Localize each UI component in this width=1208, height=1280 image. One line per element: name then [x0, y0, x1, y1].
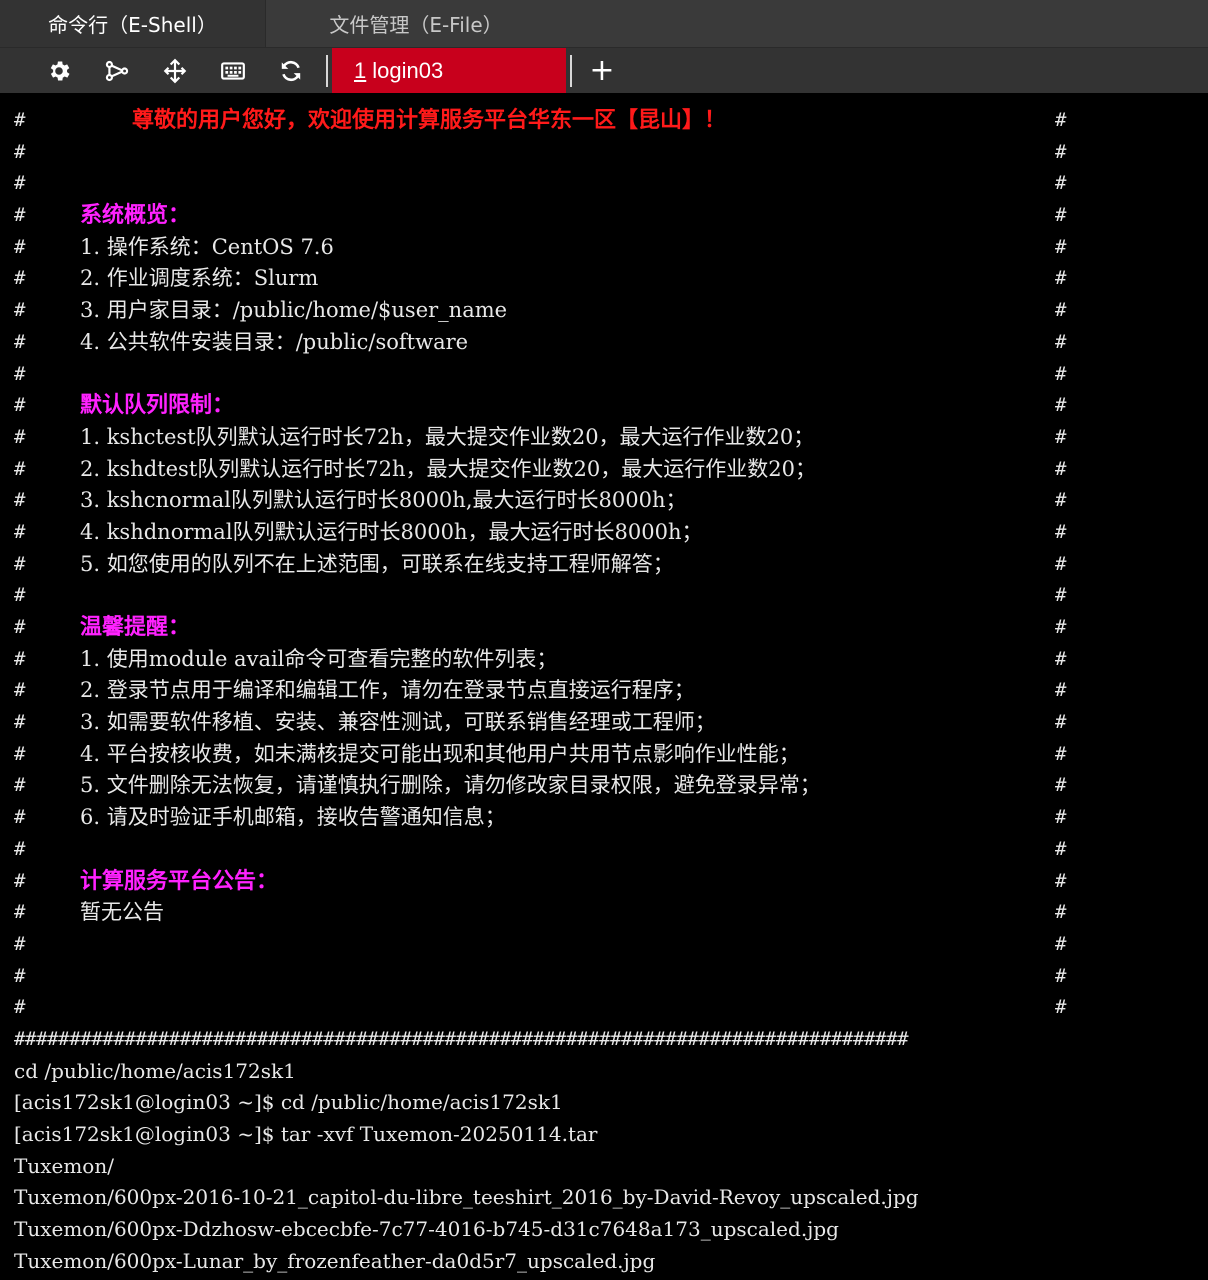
toolbar-separator	[570, 54, 572, 87]
banner-border: ########################################…	[14, 1027, 909, 1050]
terminal-line: Tuxemon/600px-Ddzhosw-ebcecbfe-7c77-4016…	[14, 1217, 839, 1242]
tab-efile[interactable]: 文件管理（E-File）	[266, 0, 566, 47]
terminal-line: # 计算服务平台公告： #	[0, 866, 1208, 898]
terminal-line: # 1. kshctest队列默认运行时长72h，最大提交作业数20，最大运行作…	[14, 424, 1067, 449]
section-heading: 温馨提醒：	[80, 615, 191, 640]
eshell-window: 命令行（E-Shell） 文件管理（E-File） 1 login03 + # …	[0, 0, 1208, 1280]
terminal-line: # 温馨提醒： #	[0, 612, 1208, 644]
terminal-line: Tuxemon/600px-2016-10-21_capitol-du-libr…	[14, 1185, 919, 1210]
terminal-line: # #	[14, 362, 1067, 385]
terminal-line: # 1. 使用module avail命令可查看完整的软件列表； #	[14, 646, 1067, 671]
section-heading: 系统概览：	[80, 203, 191, 229]
welcome-message: 尊敬的用户您好，欢迎使用计算服务平台华东一区【昆山】！	[132, 108, 727, 133]
session-tab-login03[interactable]: 1 login03	[332, 48, 566, 93]
terminal-line: # 4. 公共软件安装目录：/public/software #	[14, 329, 1067, 354]
terminal-line: # 5. 如您使用的队列不在上述范围，可联系在线支持工程师解答； #	[14, 551, 1067, 576]
terminal-line: # 3. 用户家目录：/public/home/$user_name #	[14, 298, 1067, 323]
terminal-line: # 尊敬的用户您好，欢迎使用计算服务平台华东一区【昆山】！ #	[0, 105, 1208, 137]
terminal-line: # #	[14, 172, 1067, 195]
terminal-line: cd /public/home/acis172sk1	[14, 1058, 296, 1083]
add-session-button[interactable]: +	[582, 48, 622, 93]
session-tab-label: login03	[372, 57, 444, 83]
terminal-line: # #	[14, 837, 1067, 860]
terminal-line: # 2. 作业调度系统：Slurm #	[14, 266, 1067, 291]
session-tab-number: 1	[354, 57, 367, 83]
section-heading: 计算服务平台公告：	[80, 868, 279, 894]
terminal-line: Tuxemon/600px-Lunar_by_frozenfeather-da0…	[14, 1248, 656, 1273]
transfer-icon[interactable]	[146, 48, 204, 93]
terminal-line: [acis172sk1@login03 ~]$ tar -xvf Tuxemon…	[14, 1122, 598, 1146]
gear-icon[interactable]	[30, 48, 88, 93]
terminal-line: # 3. kshcnormal队列默认运行时长8000h,最大运行时长8000h…	[14, 488, 1067, 513]
tab-eshell[interactable]: 命令行（E-Shell）	[0, 0, 266, 47]
terminal-line: # 5. 文件删除无法恢复，请谨慎执行删除，请勿修改家目录权限，避免登录异常； …	[14, 773, 1067, 798]
terminal-line: # 4. 平台按核收费，如未满核提交可能出现和其他用户共用节点影响作业性能； #	[14, 741, 1067, 766]
terminal-line: # 暂无公告 #	[14, 900, 1067, 925]
section-heading: 默认队列限制：	[80, 393, 235, 419]
refresh-icon[interactable]	[262, 48, 320, 93]
terminal-line: # #	[14, 964, 1067, 987]
mode-tab-bar: 命令行（E-Shell） 文件管理（E-File）	[0, 0, 1208, 48]
terminal-line: # 系统概览： #	[0, 200, 1208, 232]
terminal-line: # #	[14, 932, 1067, 955]
terminal-line: # 2. 登录节点用于编译和编辑工作，请勿在登录节点直接运行程序； #	[14, 678, 1067, 703]
toolbar-separator	[326, 54, 328, 87]
terminal-line: # 4. kshdnormal队列默认运行时长8000h，最大运行时长8000h…	[14, 519, 1067, 544]
terminal-line: # 1. 操作系统：CentOS 7.6 #	[14, 234, 1067, 259]
terminal-line: # 2. kshdtest队列默认运行时长72h，最大提交作业数20，最大运行作…	[14, 456, 1067, 481]
terminal-output[interactable]: # 尊敬的用户您好，欢迎使用计算服务平台华东一区【昆山】！ # # # # # …	[0, 93, 1208, 1280]
keyboard-icon[interactable]	[204, 48, 262, 93]
terminal-line: # #	[14, 140, 1067, 163]
terminal-line: [acis172sk1@login03 ~]$ cd /public/home/…	[14, 1090, 563, 1115]
terminal-line: # 默认队列限制： #	[0, 390, 1208, 422]
terminal-line: # 6. 请及时验证手机邮箱，接收告警通知信息； #	[14, 805, 1067, 830]
branch-icon[interactable]	[88, 48, 146, 93]
toolbar: 1 login03 +	[0, 48, 1208, 93]
terminal-line: ########################################…	[0, 1024, 1208, 1056]
terminal-line: # #	[14, 584, 1067, 607]
terminal-line: Tuxemon/	[14, 1153, 114, 1178]
terminal-line: # 3. 如需要软件移植、安装、兼容性测试，可联系销售经理或工程师； #	[14, 710, 1067, 735]
terminal-line: # #	[14, 996, 1067, 1019]
